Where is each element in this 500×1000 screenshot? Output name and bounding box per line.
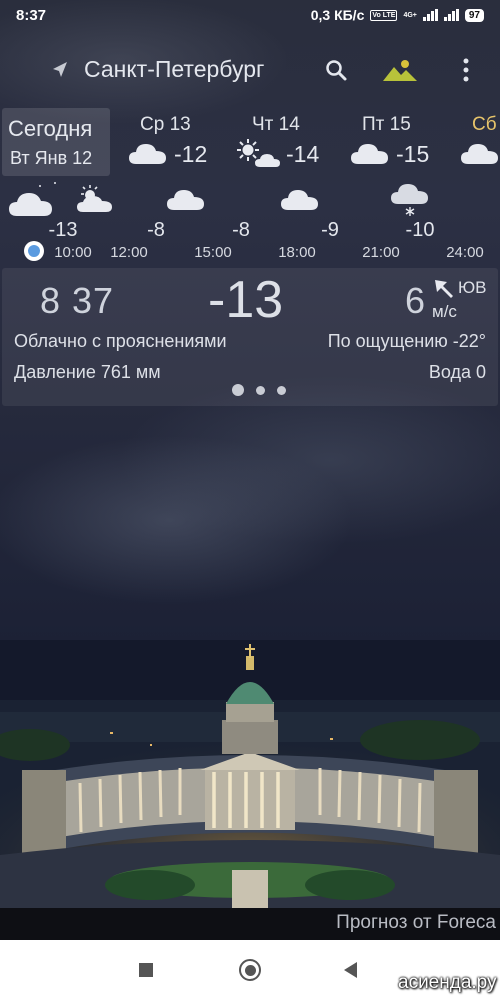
partly-sunny-icon (237, 139, 280, 167)
hour-time: 18:00 (278, 244, 316, 261)
cloud-moon-icon (9, 182, 60, 216)
forecast-credit[interactable]: Прогноз от Foreca (0, 908, 500, 940)
network-speed: 0,3 КБ/с (310, 7, 365, 23)
wind-unit: м/с (432, 302, 457, 321)
feels-like: По ощущению -22° (327, 331, 486, 351)
day-temp: -15 (396, 141, 430, 167)
current-time: 8 37 (40, 280, 115, 321)
hour-time: 15:00 (194, 244, 232, 261)
battery-icon: 97 (464, 8, 484, 22)
page-dot-active (232, 384, 244, 396)
hour-temp: -8 (147, 219, 165, 241)
page-dot (277, 385, 286, 395)
volte-badge: Vo LTE (370, 9, 398, 21)
day-tab-thu[interactable]: Чт 14 -14 (236, 108, 336, 176)
status-time: 8:37 (16, 6, 47, 24)
cloud-icon (129, 144, 166, 164)
today-label: Сегодня (8, 116, 93, 141)
status-indicators: 0,3 КБ/с Vo LTE 4G+ 97 (311, 7, 484, 23)
hour-temp: -9 (321, 219, 339, 241)
cloud-icon (281, 190, 318, 210)
hour-time: 12:00 (110, 244, 148, 261)
snow-cloud-icon (391, 184, 428, 216)
mountain-landscape-icon[interactable] (382, 57, 418, 83)
daily-forecast-strip: Сегодня Вт Янв 12 Ср 13 -12 Чт 14 -14 Пт… (0, 108, 500, 176)
day-tab-sat[interactable]: Сб (460, 108, 500, 176)
water-temperature: Вода 0 (428, 362, 486, 382)
hour-time: 21:00 (362, 244, 400, 261)
pressure: Давление 761 мм (14, 362, 161, 382)
condition-description: Облачно с прояснениями (14, 331, 227, 351)
hourly-forecast[interactable]: -13 -8 -8 -9 -10 10:00 12:00 15:00 18:00… (0, 176, 500, 266)
current-temperature: -13 (208, 271, 284, 329)
day-name: Чт 14 (252, 114, 300, 135)
hour-temp: -10 (405, 219, 435, 241)
back-button[interactable] (344, 962, 357, 978)
current-conditions-card[interactable]: 8 37 -13 6 ЮВ м/с Облачно с прояснениями… (2, 268, 498, 406)
network-type: 4G+ (403, 11, 417, 19)
home-button[interactable] (239, 959, 261, 981)
day-tab-fri[interactable]: Пт 15 -15 (350, 108, 450, 176)
signal-icon (422, 9, 438, 21)
day-tab-wed[interactable]: Ср 13 -12 (128, 108, 228, 176)
hour-temp: -13 (48, 219, 78, 241)
more-vert-icon[interactable] (458, 56, 474, 84)
hour-temp: -8 (232, 219, 250, 241)
search-icon[interactable] (324, 58, 348, 82)
signal-icon-2 (443, 9, 459, 21)
cloud-icon (167, 190, 204, 210)
day-name: Сб (472, 114, 497, 135)
day-temp: -12 (174, 141, 208, 167)
page-indicator (232, 384, 286, 396)
current-time-marker[interactable] (24, 241, 44, 261)
wind-direction: ЮВ (458, 278, 487, 297)
today-date: Вт Янв 12 (10, 148, 93, 168)
cathedral-background-image (0, 640, 500, 910)
top-bar: Санкт-Петербург (0, 48, 500, 92)
cloud-icon (461, 144, 498, 164)
day-name: Ср 13 (140, 114, 191, 135)
day-name: Пт 15 (362, 114, 411, 135)
recents-button[interactable] (139, 963, 153, 977)
today-tab[interactable]: Сегодня Вт Янв 12 (2, 108, 110, 176)
location-arrow-icon[interactable] (50, 60, 70, 80)
watermark: асиенда.ру (398, 972, 497, 993)
hour-time: 10:00 (54, 244, 92, 261)
cloud-icon (351, 144, 388, 164)
weather-screen: 8:37 0,3 КБ/с Vo LTE 4G+ 97 Санкт-Петерб… (0, 0, 500, 1000)
hour-time: 24:00 (446, 244, 484, 261)
wind-speed: 6 (405, 280, 426, 321)
page-dot (256, 385, 265, 395)
cloud-sun-icon (77, 185, 112, 212)
city-name[interactable]: Санкт-Петербург (84, 56, 264, 83)
day-temp: -14 (286, 141, 320, 167)
wind-direction-arrow-icon (435, 280, 453, 298)
status-bar: 8:37 0,3 КБ/с Vo LTE 4G+ 97 (0, 0, 500, 30)
